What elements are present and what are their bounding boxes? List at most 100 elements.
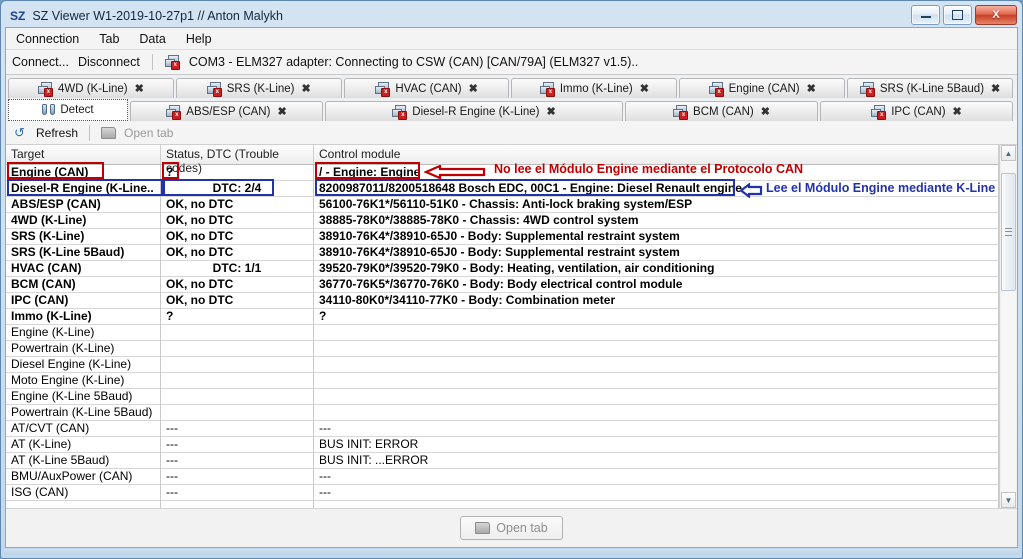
title-bar: SZ SZ Viewer W1-2019-10-27p1 // Anton Ma… <box>4 4 1019 27</box>
scroll-down-button[interactable]: ▼ <box>1001 492 1016 508</box>
tab-row-1: x 4WD (K-Line) ✖ x SRS (K-Line) ✖ x HVAC… <box>6 77 1017 98</box>
maximize-button[interactable] <box>943 5 972 25</box>
scroll-up-button[interactable]: ▲ <box>1001 145 1016 161</box>
tab-4wd-kline[interactable]: x 4WD (K-Line) ✖ <box>8 78 174 98</box>
tab-diesel-r-engine-kline[interactable]: x Diesel-R Engine (K-Line) ✖ <box>324 101 624 121</box>
tab-srs-kline-5baud[interactable]: x SRS (K-Line 5Baud) ✖ <box>847 78 1013 98</box>
open-tab-button[interactable]: Open tab <box>460 516 563 540</box>
cell-target: Diesel Engine (K-Line) <box>6 357 161 373</box>
column-header-target[interactable]: Target <box>6 145 161 164</box>
tab-close-icon[interactable]: ✖ <box>761 105 770 118</box>
tab-close-icon[interactable]: ✖ <box>469 82 478 95</box>
table-row[interactable]: SRS (K-Line) OK, no DTC 38910-76K4*/38910-… <box>6 229 999 245</box>
module-icon: x <box>166 104 182 120</box>
module-icon: x <box>37 81 53 97</box>
close-icon: X <box>992 9 1000 21</box>
cell-control-module <box>314 341 999 357</box>
cell-target: ISG (CAN) <box>6 485 161 501</box>
table-row[interactable]: Engine (K-Line 5Baud) <box>6 389 999 405</box>
tab-close-icon[interactable]: ✖ <box>302 82 311 95</box>
tab-close-icon[interactable]: ✖ <box>991 82 1000 95</box>
tab-close-icon[interactable]: ✖ <box>546 105 555 118</box>
cell-control-module: 38910-76K4*/38910-65J0 - Body: Supplemen… <box>314 229 999 245</box>
cell-control-module: BUS INIT: ERROR <box>314 437 999 453</box>
cell-status: OK, no DTC <box>161 213 314 229</box>
tab-row-2: Detect x ABS/ESP (CAN) ✖ x Diesel-R Engi… <box>6 98 1017 121</box>
tab-hvac-can[interactable]: x HVAC (CAN) ✖ <box>343 78 510 98</box>
table-row[interactable]: ISG (CAN) --- --- <box>6 485 999 501</box>
cell-control-module <box>314 373 999 389</box>
folder-icon <box>101 126 117 139</box>
menu-item-data[interactable]: Data <box>136 30 168 48</box>
detect-icon <box>42 104 56 116</box>
annotation-blue-text: Lee el Módulo Engine mediante K-Line <box>766 181 996 195</box>
client-area: Connection Tab Data Help Connect... Disc… <box>5 27 1018 548</box>
cell-status: OK, no DTC <box>161 229 314 245</box>
table-row[interactable]: 4WD (K-Line) OK, no DTC 38885-78K0*/38885-… <box>6 213 999 229</box>
refresh-icon: ↺ <box>14 125 25 140</box>
table-row[interactable]: Powertrain (K-Line) <box>6 341 999 357</box>
menu-item-help[interactable]: Help <box>183 30 215 48</box>
adapter-disconnected-icon: x <box>164 55 180 70</box>
scroll-track[interactable] <box>1001 161 1016 492</box>
table-row[interactable]: AT (K-Line 5Baud) --- BUS INIT: ...ERROR <box>6 453 999 469</box>
cell-target: Powertrain (K-Line) <box>6 341 161 357</box>
cell-status: --- <box>161 469 314 485</box>
detect-table: Target Status, DTC (Trouble codes) Contr… <box>6 145 1017 508</box>
menu-item-connection[interactable]: Connection <box>13 30 82 48</box>
cell-target: Immo (K-Line) <box>6 309 161 325</box>
cell-status: --- <box>161 437 314 453</box>
open-tab-button-label: Open tab <box>496 521 548 535</box>
table-row[interactable]: Moto Engine (K-Line) <box>6 373 999 389</box>
table-row[interactable]: AT/CVT (CAN) --- --- <box>6 421 999 437</box>
scroll-thumb[interactable] <box>1001 173 1016 291</box>
table-row[interactable]: AT (K-Line) --- BUS INIT: ERROR <box>6 437 999 453</box>
column-header-status[interactable]: Status, DTC (Trouble codes) <box>161 145 314 175</box>
tab-ipc-can[interactable]: x IPC (CAN) ✖ <box>820 101 1013 121</box>
table-row[interactable]: HVAC (CAN) DTC: 1/1 39520-79K0*/39520-79K0… <box>6 261 999 277</box>
module-icon: x <box>871 104 887 120</box>
tab-label: Detect <box>60 104 94 116</box>
cell-control-module: 36770-76K5*/36770-76K0 - Body: Body elec… <box>314 277 999 293</box>
table-row[interactable]: BMU/AuxPower (CAN) --- --- <box>6 469 999 485</box>
table-row[interactable]: Immo (K-Line)?? <box>6 309 999 325</box>
cell-control-module: 38910-76K4*/38910-65J0 - Body: Supplemen… <box>314 245 999 261</box>
tab-close-icon[interactable]: ✖ <box>807 82 816 95</box>
window-title: SZ Viewer W1-2019-10-27p1 // Anton Malyk… <box>32 8 283 23</box>
connect-button[interactable]: Connect... <box>12 55 69 69</box>
table-row[interactable]: IPC (CAN) OK, no DTC 34110-80K0*/34110-77K… <box>6 293 999 309</box>
table-row[interactable]: ABS/ESP (CAN) OK, no DTC 56100-76K1*/56110… <box>6 197 999 213</box>
tab-close-icon[interactable]: ✖ <box>135 82 144 95</box>
open-tab-toolbar-button[interactable]: Open tab <box>124 126 173 140</box>
cell-control-module <box>314 325 999 341</box>
tab-detect[interactable]: Detect <box>8 99 128 121</box>
tab-close-icon[interactable]: ✖ <box>953 105 962 118</box>
cell-target: Engine (CAN) <box>6 165 161 181</box>
tab-close-icon[interactable]: ✖ <box>640 82 649 95</box>
table-row[interactable]: SRS (K-Line 5Baud) OK, no DTC 38910-76K4*/… <box>6 245 999 261</box>
table-row[interactable] <box>6 501 999 508</box>
cell-status: --- <box>161 421 314 437</box>
disconnect-button[interactable]: Disconnect <box>78 55 140 69</box>
table-row[interactable]: BCM (CAN) OK, no DTC 36770-76K5*/36770-76K… <box>6 277 999 293</box>
menu-bar: Connection Tab Data Help <box>6 28 1017 50</box>
table-row[interactable]: Engine (K-Line) <box>6 325 999 341</box>
tab-immo-kline[interactable]: x Immo (K-Line) ✖ <box>511 78 678 98</box>
tab-srs-kline[interactable]: x SRS (K-Line) ✖ <box>175 78 342 98</box>
tab-engine-can[interactable]: x Engine (CAN) ✖ <box>679 78 846 98</box>
minimize-button[interactable] <box>911 5 940 25</box>
footer-bar: Open tab <box>6 508 1017 547</box>
tab-close-icon[interactable]: ✖ <box>277 105 286 118</box>
table-row[interactable]: Powertrain (K-Line 5Baud) <box>6 405 999 421</box>
close-button[interactable]: X <box>975 5 1017 25</box>
cell-status <box>161 341 314 357</box>
tab-abs-esp-can[interactable]: x ABS/ESP (CAN) ✖ <box>130 101 323 121</box>
menu-item-tab[interactable]: Tab <box>96 30 122 48</box>
tab-bcm-can[interactable]: x BCM (CAN) ✖ <box>625 101 818 121</box>
cell-target: BMU/AuxPower (CAN) <box>6 469 161 485</box>
refresh-button[interactable]: Refresh <box>36 126 78 140</box>
cell-control-module <box>314 357 999 373</box>
table-row[interactable]: Diesel Engine (K-Line) <box>6 357 999 373</box>
cell-control-module: --- <box>314 421 999 437</box>
table-vertical-scrollbar[interactable]: ▲ ▼ <box>999 145 1017 508</box>
